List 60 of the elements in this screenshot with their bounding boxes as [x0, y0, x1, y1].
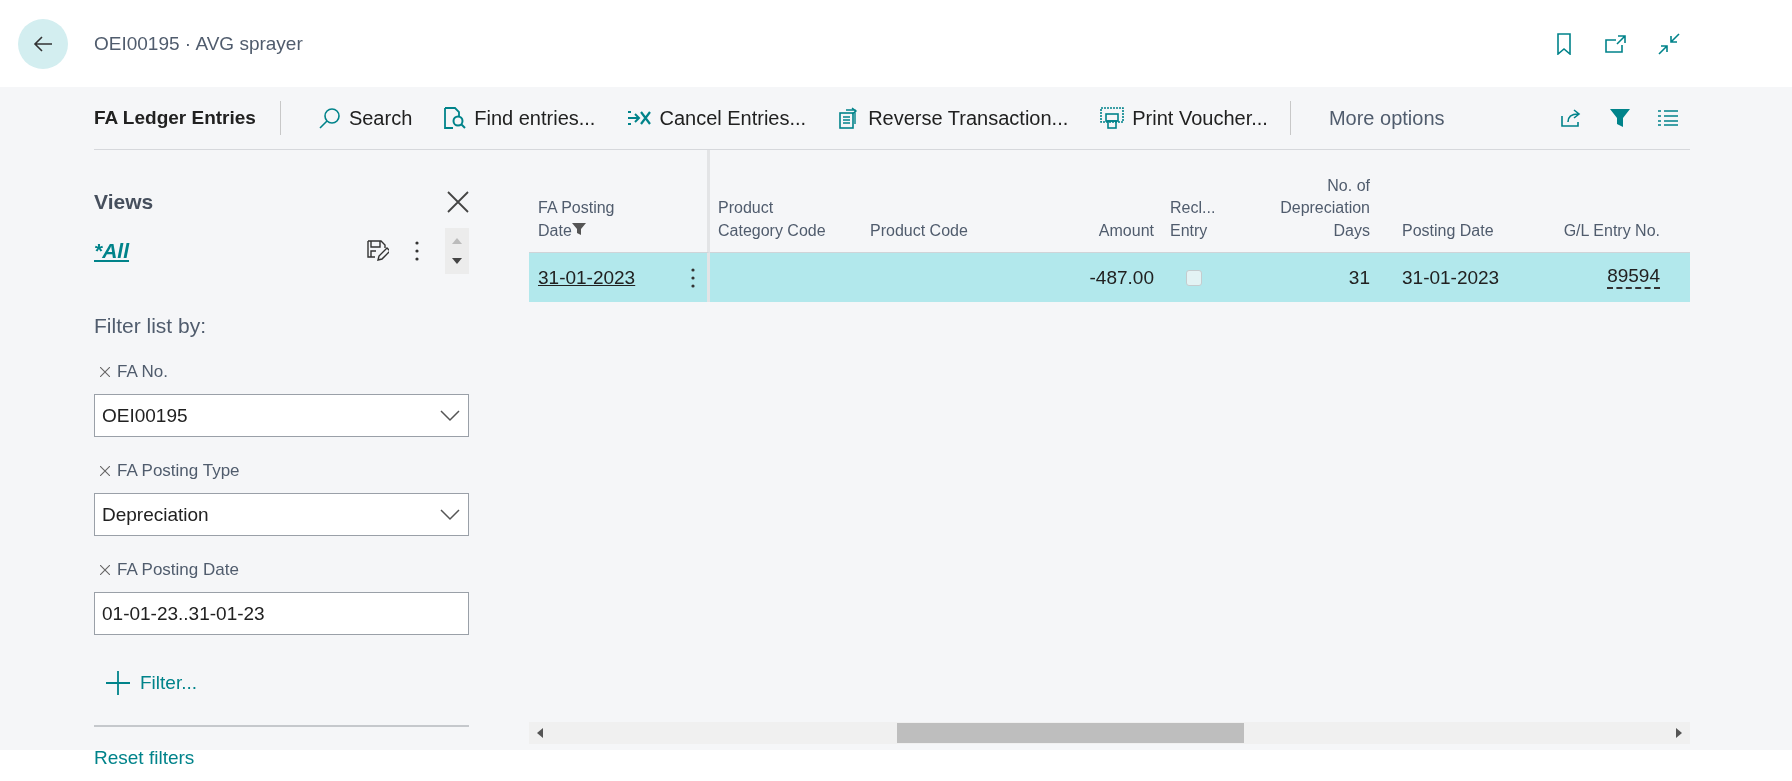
row-menu-icon[interactable]: [691, 267, 695, 288]
table-cell: 31: [1348, 266, 1370, 289]
page-title: OEI00195 · AVG sprayer: [94, 32, 303, 55]
checkbox[interactable]: [1186, 269, 1202, 286]
chevron-down-icon: [440, 508, 460, 521]
save-view-icon[interactable]: [367, 240, 389, 262]
remove-filter-icon[interactable]: [100, 565, 110, 575]
toolbar-action[interactable]: Print Voucher...: [1100, 106, 1268, 130]
more-options-button[interactable]: More options: [1328, 106, 1445, 130]
toolbar-action[interactable]: Find entries...: [444, 106, 596, 130]
search-icon: [318, 107, 341, 129]
toolbar-action[interactable]: Reverse Transaction...: [838, 106, 1069, 130]
filter-label: FA Posting Date: [117, 560, 239, 580]
page-caption: FA Ledger Entries: [94, 107, 256, 129]
back-button[interactable]: [18, 18, 68, 69]
column-header[interactable]: FA Posting Date: [538, 197, 637, 242]
dropdown-field[interactable]: OEI00195: [94, 394, 469, 437]
table-cell-link[interactable]: 89594: [1607, 266, 1660, 289]
toolbar-action[interactable]: Cancel Entries...: [627, 106, 807, 130]
column-header[interactable]: Posting Date: [1402, 219, 1494, 242]
scroll-left-icon[interactable]: [537, 728, 543, 738]
open-in-new-window-icon[interactable]: [1604, 34, 1626, 53]
horizontal-scrollbar[interactable]: [529, 722, 1690, 744]
add-filter-button[interactable]: Filter...: [106, 671, 197, 695]
close-icon[interactable]: [447, 191, 469, 213]
remove-filter-icon[interactable]: [100, 367, 110, 377]
reset-filters-link[interactable]: Reset filters: [94, 747, 469, 769]
table-cell: -487.00: [1089, 266, 1154, 289]
remove-filter-icon[interactable]: [100, 466, 110, 476]
pane-title: Views: [94, 190, 154, 214]
filter-icon[interactable]: [1610, 108, 1630, 128]
document-search-icon: [444, 107, 467, 129]
plus-icon: [106, 671, 130, 695]
filter-label: FA Posting Type: [117, 461, 240, 481]
filter-icon: [571, 221, 586, 236]
scrollbar-thumb[interactable]: [897, 723, 1244, 743]
cancel-entries-icon: [627, 109, 652, 127]
column-header[interactable]: No. of Depreciation Days: [1248, 174, 1370, 242]
column-header[interactable]: Recl... Entry: [1170, 197, 1232, 242]
collapse-icon[interactable]: [1658, 32, 1680, 55]
view-scroller[interactable]: [445, 228, 469, 274]
more-icon[interactable]: [415, 241, 419, 261]
up-down-arrows-icon: [451, 236, 463, 266]
scroll-right-icon[interactable]: [1676, 728, 1682, 738]
column-header[interactable]: Product Category Code: [718, 197, 838, 242]
printer-icon: [1100, 107, 1125, 129]
filter-heading: Filter list by:: [94, 314, 207, 338]
column-header[interactable]: G/L Entry No.: [1563, 219, 1660, 242]
dropdown-field[interactable]: Depreciation: [94, 493, 469, 536]
view-link[interactable]: *All: [94, 239, 129, 263]
column-header[interactable]: Product Code: [870, 219, 968, 242]
filter-label: FA No.: [117, 362, 169, 382]
table-cell: 31-01-2023: [1402, 266, 1500, 289]
chevron-down-icon: [440, 409, 460, 422]
toolbar-action[interactable]: Search: [318, 106, 413, 130]
column-header[interactable]: Amount: [1098, 219, 1154, 242]
list-icon[interactable]: [1658, 110, 1678, 126]
bookmark-icon[interactable]: [1556, 32, 1572, 55]
share-icon[interactable]: [1560, 108, 1582, 128]
input-field[interactable]: 01-01-23..31-01-23: [94, 592, 469, 635]
